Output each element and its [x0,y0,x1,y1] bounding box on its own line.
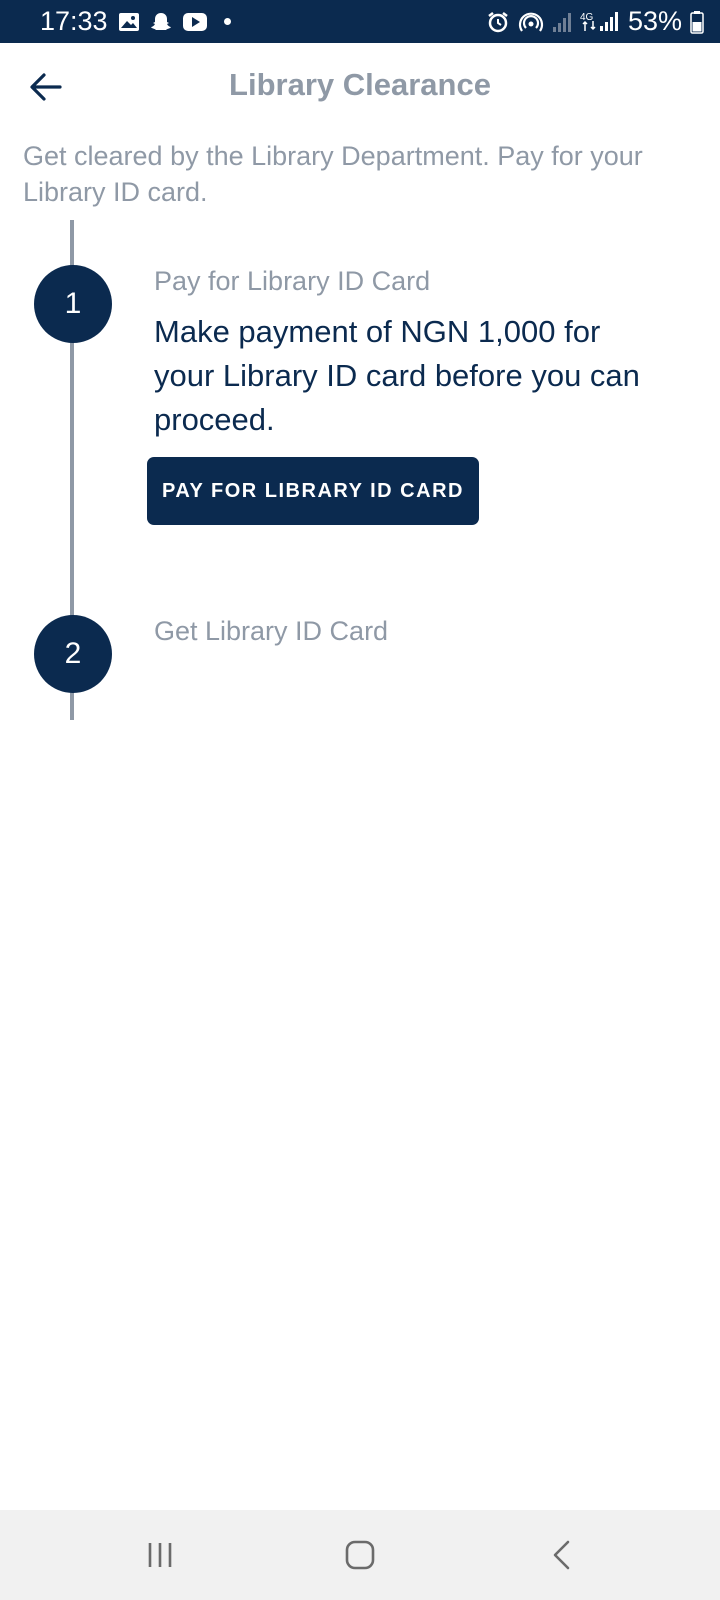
gallery-icon [118,12,140,32]
youtube-icon [182,12,208,32]
page-title: Library Clearance [229,67,491,102]
hotspot-icon [518,10,544,34]
battery-percent: 53% [627,6,682,36]
step-2-title: Get Library ID Card [154,616,389,646]
signal-4g-icon: 4G [580,10,620,34]
battery-icon [690,10,704,34]
signal-icon [552,11,572,33]
recent-apps-button[interactable] [130,1532,190,1578]
step-2-circle: 2 [34,615,112,693]
status-right: 4G 53% [486,6,720,37]
status-time: 17:33 [40,6,108,36]
page-description: Get cleared by the Library Department. P… [23,141,643,207]
dot-icon [223,18,231,25]
status-left: 17:33 [0,6,231,37]
step-1-title: Pay for Library ID Card [154,266,431,296]
svg-text:4G: 4G [580,12,594,23]
home-icon [345,1540,375,1570]
home-button[interactable] [330,1532,390,1578]
snapchat-icon [150,11,172,33]
step-1-circle: 1 [34,265,112,343]
back-icon [553,1540,570,1570]
status-bar: 17:33 4G 53% [0,0,720,43]
recent-apps-icon [148,1543,172,1567]
alarm-icon [486,10,510,34]
pay-library-id-button[interactable]: PAY FOR LIBRARY ID CARD [147,457,479,525]
back-nav-button[interactable] [532,1532,592,1578]
system-nav-bar [0,1510,720,1600]
step-1-description: Make payment of NGN 1,000 for your Libra… [154,314,640,437]
app-header: Library Clearance [0,43,720,133]
